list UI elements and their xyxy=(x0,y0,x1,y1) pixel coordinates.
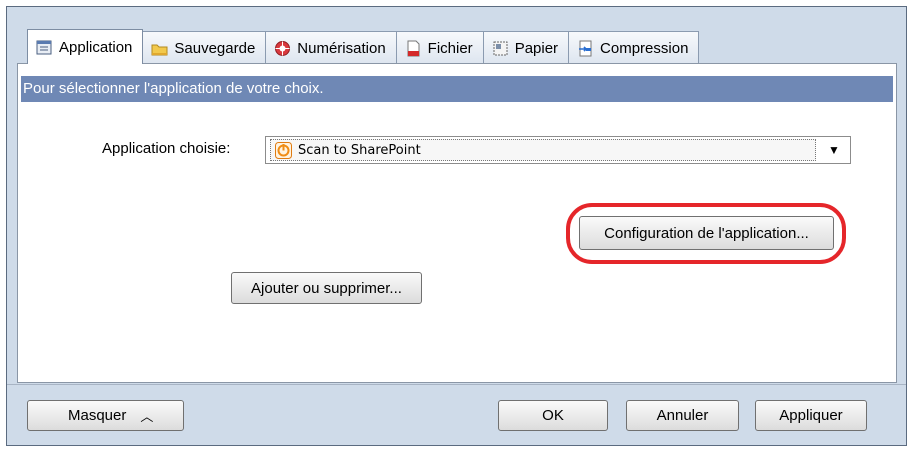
folder-icon xyxy=(151,44,168,55)
application-select-value: Scan to SharePoint xyxy=(270,139,816,161)
cancel-label: Annuler xyxy=(656,407,709,424)
add-remove-label: Ajouter ou supprimer... xyxy=(251,279,402,297)
tab-numerisation[interactable]: Numérisation xyxy=(265,31,397,64)
footer-separator xyxy=(7,384,906,385)
hide-label: Masquer xyxy=(68,407,127,424)
scan-settings-window: Application Sauvegarde Numérisation Fich… xyxy=(6,6,907,446)
application-select[interactable]: Scan to SharePoint ▼ xyxy=(265,136,851,164)
application-panel: Pour sélectionner l'application de votre… xyxy=(17,63,897,383)
app-configuration-label: Configuration de l'application... xyxy=(604,224,809,242)
apply-button[interactable]: Appliquer xyxy=(755,400,867,431)
tab-label: Fichier xyxy=(427,39,473,57)
dropdown-arrow-icon[interactable]: ▼ xyxy=(822,137,846,163)
ok-label: OK xyxy=(542,407,564,424)
tab-label: Compression xyxy=(600,39,689,57)
tab-strip: Application Sauvegarde Numérisation Fich… xyxy=(27,29,700,64)
tab-label: Papier xyxy=(514,39,559,57)
tab-label: Application xyxy=(59,38,133,56)
scan-icon xyxy=(275,40,291,56)
application-select-text: Scan to SharePoint xyxy=(298,142,421,158)
section-banner: Pour sélectionner l'application de votre… xyxy=(21,76,893,102)
hide-button[interactable]: Masquer ︿ xyxy=(27,400,184,431)
tab-label: Numérisation xyxy=(297,39,386,57)
cancel-button[interactable]: Annuler xyxy=(626,400,739,431)
tab-sauvegarde[interactable]: Sauvegarde xyxy=(142,31,267,64)
tab-label: Sauvegarde xyxy=(174,39,256,57)
tab-application[interactable]: Application xyxy=(27,29,144,64)
compression-icon xyxy=(579,40,592,56)
tab-fichier[interactable]: Fichier xyxy=(395,31,484,64)
tab-papier[interactable]: Papier xyxy=(482,31,570,64)
app-configuration-button[interactable]: Configuration de l'application... xyxy=(579,216,834,250)
add-remove-button[interactable]: Ajouter ou supprimer... xyxy=(231,272,422,304)
apply-label: Appliquer xyxy=(779,407,843,424)
tab-compression[interactable]: Compression xyxy=(568,31,700,64)
paper-icon xyxy=(493,41,508,55)
chevron-up-icon: ︿ xyxy=(140,409,154,424)
application-icon xyxy=(36,40,52,54)
sharepoint-app-icon xyxy=(275,141,292,159)
file-icon xyxy=(407,40,420,56)
application-label: Application choisie: xyxy=(102,140,231,157)
ok-button[interactable]: OK xyxy=(498,400,608,431)
